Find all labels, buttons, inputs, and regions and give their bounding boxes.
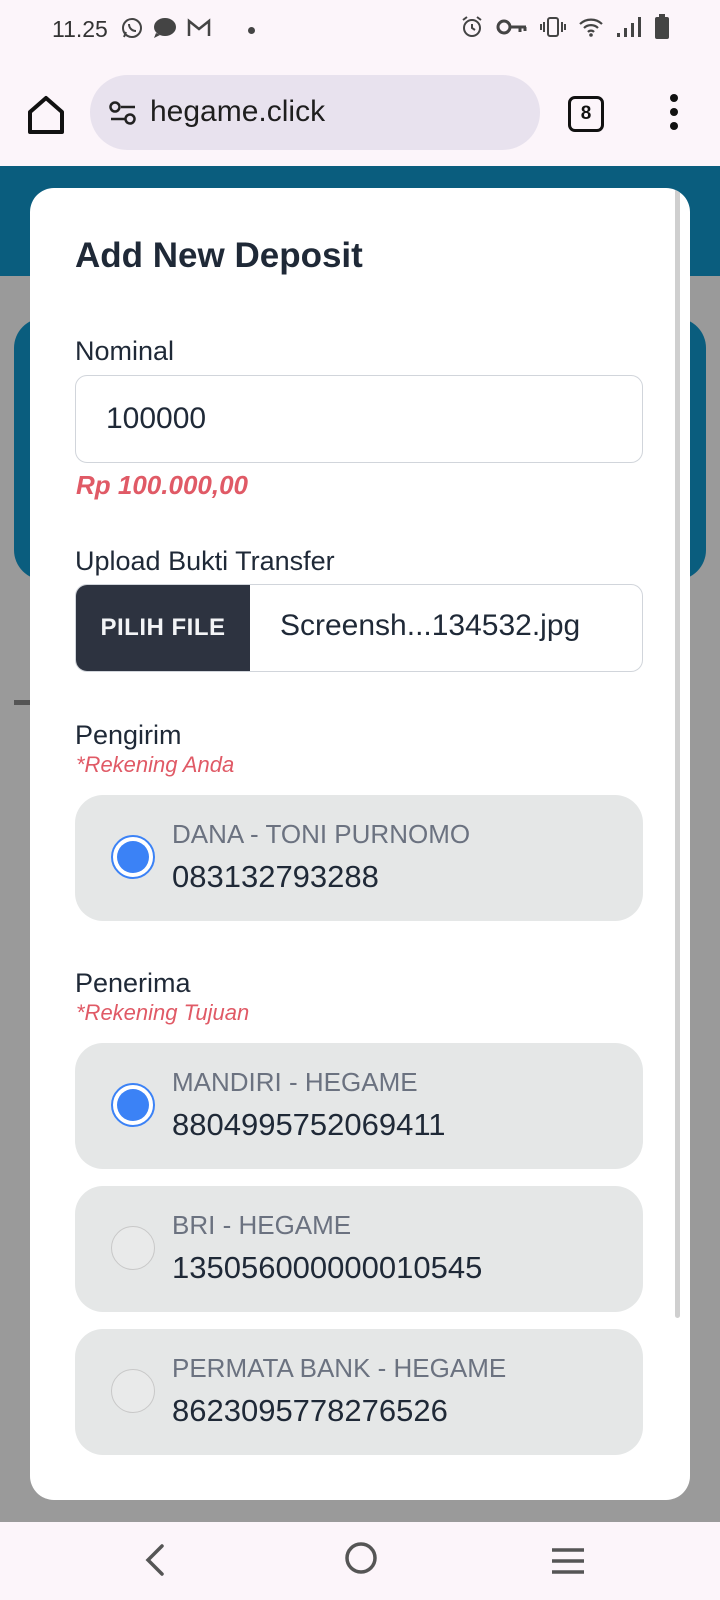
choose-file-button[interactable]: PILIH FILE bbox=[76, 585, 250, 671]
home-icon[interactable] bbox=[22, 90, 70, 138]
site-settings-icon[interactable] bbox=[108, 99, 138, 132]
sender-option-name: DANA - TONI PURNOMO bbox=[172, 819, 471, 849]
deposit-modal: Add New Deposit Nominal 100000 Rp 100.00… bbox=[30, 188, 690, 1500]
recipient-radio-bri[interactable] bbox=[111, 1226, 155, 1270]
whatsapp-icon bbox=[120, 16, 144, 45]
sender-radio[interactable] bbox=[111, 835, 155, 879]
nominal-input[interactable]: 100000 bbox=[75, 375, 643, 463]
url-text[interactable]: hegame.click bbox=[150, 95, 325, 129]
sender-note: *Rekening Anda bbox=[76, 752, 235, 777]
status-bar: 11.25 bbox=[0, 0, 720, 62]
chat-bubble-icon bbox=[152, 16, 178, 45]
vibrate-icon bbox=[540, 15, 566, 44]
tab-switcher-button[interactable]: 8 bbox=[568, 96, 604, 132]
recipient-radio-mandiri[interactable] bbox=[111, 1083, 155, 1127]
sender-option-number: 083132793288 bbox=[172, 859, 379, 894]
nominal-label: Nominal bbox=[75, 336, 175, 366]
notification-dot-icon bbox=[248, 27, 255, 34]
more-menu-icon[interactable] bbox=[664, 92, 684, 132]
recipient-option-permata[interactable]: PERMATA BANK - HEGAME 8623095778276526 bbox=[75, 1329, 643, 1455]
recipient-option-mandiri[interactable]: MANDIRI - HEGAME 8804995752069411 bbox=[75, 1043, 643, 1169]
nominal-input-value[interactable]: 100000 bbox=[106, 402, 206, 436]
wifi-icon bbox=[578, 16, 604, 43]
recipient-radio-permata[interactable] bbox=[111, 1369, 155, 1413]
recipient-option-number: 135056000000010545 bbox=[172, 1250, 483, 1285]
recipient-option-name: PERMATA BANK - HEGAME bbox=[172, 1353, 507, 1383]
recipient-option-bri[interactable]: BRI - HEGAME 135056000000010545 bbox=[75, 1186, 643, 1312]
recipient-option-number: 8804995752069411 bbox=[172, 1107, 446, 1142]
browser-toolbar: hegame.click 8 bbox=[0, 62, 720, 166]
address-bar[interactable]: hegame.click bbox=[90, 75, 540, 150]
selected-file-name: Screensh...134532.jpg bbox=[280, 609, 581, 642]
sender-label: Pengirim bbox=[75, 720, 182, 750]
signal-icon bbox=[616, 16, 642, 43]
recipient-note: *Rekening Tujuan bbox=[76, 1000, 250, 1025]
gmail-icon bbox=[186, 17, 212, 44]
nav-home-icon[interactable] bbox=[343, 1540, 379, 1581]
system-nav-bar bbox=[0, 1522, 720, 1600]
status-time: 11.25 bbox=[52, 16, 108, 42]
back-icon[interactable] bbox=[138, 1542, 172, 1583]
battery-icon bbox=[654, 14, 670, 45]
recent-apps-icon[interactable] bbox=[550, 1546, 586, 1581]
modal-title: Add New Deposit bbox=[75, 236, 363, 275]
recipient-label: Penerima bbox=[75, 968, 191, 998]
vpn-key-icon bbox=[496, 17, 528, 42]
nominal-formatted: Rp 100.000,00 bbox=[76, 470, 249, 500]
recipient-option-name: BRI - HEGAME bbox=[172, 1210, 352, 1240]
recipient-option-name: MANDIRI - HEGAME bbox=[172, 1067, 418, 1097]
sender-option[interactable]: DANA - TONI PURNOMO 083132793288 bbox=[75, 795, 643, 921]
file-upload-field[interactable]: PILIH FILE Screensh...134532.jpg bbox=[75, 584, 643, 672]
recipient-option-number: 8623095778276526 bbox=[172, 1393, 448, 1428]
upload-label: Upload Bukti Transfer bbox=[75, 546, 335, 576]
alarm-icon bbox=[460, 15, 484, 44]
modal-scrollbar[interactable] bbox=[675, 188, 680, 1318]
